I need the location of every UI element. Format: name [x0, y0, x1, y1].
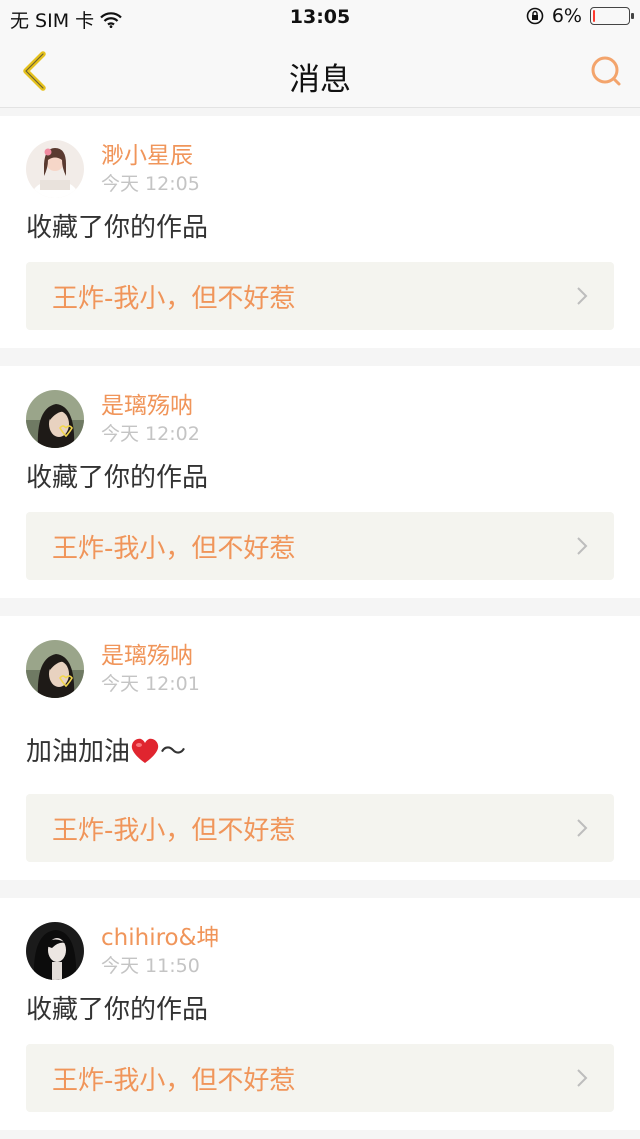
message-meta: 是璃殇呐 今天 12:01: [101, 640, 200, 697]
message-card: 渺小星辰 今天 12:05 收藏了你的作品 王炸-我小，但不好惹: [0, 116, 640, 348]
message-header: 渺小星辰 今天 12:05: [26, 116, 614, 206]
work-title: 王炸-我小，但不好惹: [52, 815, 296, 846]
username[interactable]: 是璃殇呐: [101, 641, 200, 671]
avatar[interactable]: [26, 140, 84, 198]
message-text: 收藏了你的作品: [26, 463, 209, 493]
battery-percent: 6%: [551, 5, 582, 27]
message-text: 收藏了你的作品: [26, 995, 209, 1025]
message-suffix: ～: [160, 737, 187, 767]
search-icon: [591, 56, 621, 86]
message-text: 加油加油 ～: [26, 706, 614, 794]
work-title: 王炸-我小，但不好惹: [52, 283, 296, 314]
message-meta: 渺小星辰 今天 12:05: [101, 140, 200, 197]
avatar[interactable]: [26, 922, 84, 980]
username[interactable]: chihiro&坤: [101, 923, 220, 953]
work-link[interactable]: 王炸-我小，但不好惹: [26, 1044, 614, 1112]
message-meta: chihiro&坤 今天 11:50: [101, 922, 220, 979]
avatar[interactable]: [26, 390, 84, 448]
message-header: 是璃殇呐 今天 12:02: [26, 366, 614, 456]
work-title: 王炸-我小，但不好惹: [52, 533, 296, 564]
work-link[interactable]: 王炸-我小，但不好惹: [26, 794, 614, 862]
message-body: 加油加油: [26, 737, 131, 767]
message-card: 是璃殇呐 今天 12:02 收藏了你的作品 王炸-我小，但不好惹: [0, 366, 640, 598]
battery-fill: [593, 10, 595, 22]
timestamp: 今天 12:05: [101, 173, 200, 195]
timestamp: 今天 12:02: [101, 423, 200, 445]
chevron-right-icon: [577, 537, 588, 555]
work-link[interactable]: 王炸-我小，但不好惹: [26, 262, 614, 330]
chevron-right-icon: [577, 1069, 588, 1087]
work-link[interactable]: 王炸-我小，但不好惹: [26, 512, 614, 580]
battery-icon: [590, 7, 634, 25]
message-card: 是璃殇呐 今天 12:01 加油加油 ～ 王炸-我小，但不好惹: [0, 616, 640, 880]
chevron-right-icon: [577, 287, 588, 305]
page-title: 消息: [289, 62, 351, 98]
message-header: 是璃殇呐 今天 12:01: [26, 616, 614, 706]
chevron-right-icon: [577, 819, 588, 837]
status-bar: 无 SIM 卡 13:05 6%: [0, 0, 640, 36]
message-card: chihiro&坤 今天 11:50 收藏了你的作品 王炸-我小，但不好惹: [0, 898, 640, 1130]
message-text: 收藏了你的作品: [26, 213, 209, 243]
search-button[interactable]: [586, 52, 626, 92]
orientation-lock-icon: [526, 7, 544, 25]
message-list: 渺小星辰 今天 12:05 收藏了你的作品 王炸-我小，但不好惹 是璃殇呐 今天…: [0, 116, 640, 1130]
message-meta: 是璃殇呐 今天 12:02: [101, 390, 200, 447]
work-title: 王炸-我小，但不好惹: [52, 1065, 296, 1096]
avatar[interactable]: [26, 640, 84, 698]
nav-bar: 消息: [0, 36, 640, 108]
status-right: 6%: [526, 5, 634, 27]
username[interactable]: 渺小星辰: [101, 141, 200, 171]
heart-icon: [131, 738, 159, 763]
timestamp: 今天 12:01: [101, 673, 200, 695]
message-header: chihiro&坤 今天 11:50: [26, 898, 614, 988]
username[interactable]: 是璃殇呐: [101, 391, 200, 421]
timestamp: 今天 11:50: [101, 955, 200, 977]
